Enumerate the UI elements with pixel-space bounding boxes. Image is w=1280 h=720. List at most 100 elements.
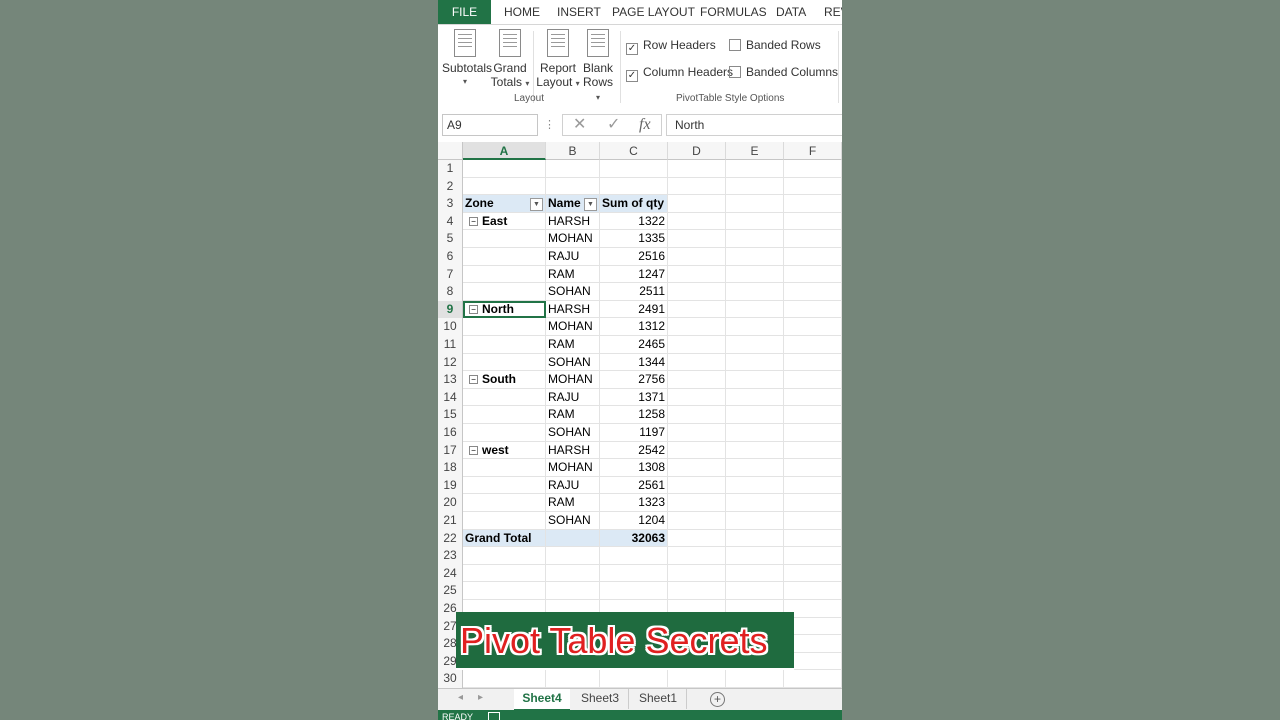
cell[interactable]: [463, 547, 546, 565]
zone-group-cell[interactable]: − South: [463, 371, 546, 389]
qty-cell[interactable]: 1197: [600, 424, 668, 442]
cell[interactable]: [784, 459, 842, 477]
name-cell[interactable]: SOHAN: [546, 283, 600, 301]
row-number[interactable]: 21: [438, 512, 463, 530]
cell[interactable]: [726, 212, 784, 231]
cell[interactable]: [463, 494, 546, 512]
column-header-f[interactable]: F: [784, 142, 842, 160]
row-number[interactable]: 9: [438, 300, 463, 319]
cell[interactable]: [668, 300, 726, 319]
cell[interactable]: [784, 582, 842, 600]
cell[interactable]: [463, 512, 546, 530]
cell[interactable]: [546, 160, 600, 178]
cell[interactable]: [600, 582, 668, 600]
cell[interactable]: [668, 336, 726, 354]
cell[interactable]: [668, 388, 726, 407]
row-number[interactable]: 7: [438, 265, 463, 284]
cell[interactable]: [726, 336, 784, 354]
name-cell[interactable]: RAM: [546, 494, 600, 512]
row-number[interactable]: 11: [438, 336, 463, 354]
cell[interactable]: [726, 353, 784, 372]
qty-cell[interactable]: 1308: [600, 459, 668, 477]
cell[interactable]: [668, 318, 726, 336]
report-layout-button[interactable]: Report Layout ▾: [536, 29, 580, 91]
cell[interactable]: [463, 265, 546, 284]
cell[interactable]: [726, 160, 784, 178]
cell[interactable]: [600, 670, 668, 688]
row-number[interactable]: 24: [438, 564, 463, 583]
row-number[interactable]: 14: [438, 388, 463, 407]
cell[interactable]: [784, 248, 842, 266]
column-header-d[interactable]: D: [668, 142, 726, 160]
qty-cell[interactable]: 2511: [600, 283, 668, 301]
row-number[interactable]: 5: [438, 230, 463, 248]
row-number[interactable]: 3: [438, 195, 463, 213]
cell[interactable]: [463, 406, 546, 424]
qty-cell[interactable]: 1335: [600, 230, 668, 248]
cell[interactable]: [668, 406, 726, 424]
cell[interactable]: [726, 177, 784, 196]
cell[interactable]: [784, 564, 842, 583]
tab-file[interactable]: FILE: [438, 0, 491, 24]
cell[interactable]: [546, 547, 600, 565]
cell[interactable]: [546, 564, 600, 583]
cell[interactable]: [463, 388, 546, 407]
macro-record-icon[interactable]: [488, 712, 500, 720]
grand-total-value[interactable]: 32063: [600, 529, 668, 548]
cell[interactable]: [463, 177, 546, 196]
row-number[interactable]: 1: [438, 160, 463, 178]
cell[interactable]: [546, 529, 600, 548]
row-number[interactable]: 23: [438, 547, 463, 565]
cell[interactable]: [546, 177, 600, 196]
banded-columns-checkbox[interactable]: Banded Columns: [729, 65, 838, 79]
cell[interactable]: [726, 582, 784, 600]
cell[interactable]: [463, 318, 546, 336]
cell[interactable]: [668, 670, 726, 688]
cell[interactable]: [668, 441, 726, 460]
cell[interactable]: [726, 512, 784, 530]
name-cell[interactable]: RAJU: [546, 388, 600, 407]
cell[interactable]: [668, 195, 726, 213]
cell[interactable]: [463, 230, 546, 248]
cell[interactable]: [668, 476, 726, 495]
name-cell[interactable]: SOHAN: [546, 512, 600, 530]
formula-input[interactable]: North: [666, 114, 842, 136]
cell[interactable]: [726, 388, 784, 407]
grand-totals-button[interactable]: Grand Totals ▾: [490, 29, 530, 91]
cell[interactable]: [726, 265, 784, 284]
cell[interactable]: [784, 547, 842, 565]
row-number[interactable]: 8: [438, 283, 463, 301]
row-number[interactable]: 6: [438, 248, 463, 266]
cell[interactable]: [463, 248, 546, 266]
row-number[interactable]: 20: [438, 494, 463, 512]
row-number[interactable]: 25: [438, 582, 463, 600]
name-cell[interactable]: SOHAN: [546, 353, 600, 372]
cell[interactable]: [784, 441, 842, 460]
enter-icon[interactable]: ✓: [607, 115, 620, 135]
row-number[interactable]: 2: [438, 177, 463, 196]
name-box[interactable]: A9: [442, 114, 538, 136]
cell[interactable]: [600, 547, 668, 565]
row-headers-checkbox[interactable]: ✓ Row Headers: [626, 38, 716, 55]
subtotals-button[interactable]: Subtotals ▾: [442, 29, 492, 89]
cell[interactable]: [784, 476, 842, 495]
cell[interactable]: [726, 494, 784, 512]
cell[interactable]: [668, 494, 726, 512]
filter-dropdown-icon[interactable]: ▼: [584, 198, 597, 212]
column-header-a[interactable]: A: [463, 142, 546, 160]
cell[interactable]: [668, 582, 726, 600]
blank-rows-button[interactable]: Blank Rows ▾: [580, 29, 616, 105]
cell[interactable]: [784, 300, 842, 319]
cell[interactable]: [668, 212, 726, 231]
name-cell[interactable]: HARSH: [546, 212, 600, 231]
cancel-icon[interactable]: ✕: [573, 115, 586, 135]
cell[interactable]: [726, 406, 784, 424]
cell[interactable]: [784, 195, 842, 213]
cell[interactable]: [668, 283, 726, 301]
cell[interactable]: [600, 564, 668, 583]
collapse-toggle-icon[interactable]: −: [469, 375, 478, 385]
qty-cell[interactable]: 2465: [600, 336, 668, 354]
tab-data[interactable]: DATA: [776, 0, 806, 24]
row-number[interactable]: 18: [438, 459, 463, 477]
tab-review[interactable]: REV: [824, 0, 842, 24]
